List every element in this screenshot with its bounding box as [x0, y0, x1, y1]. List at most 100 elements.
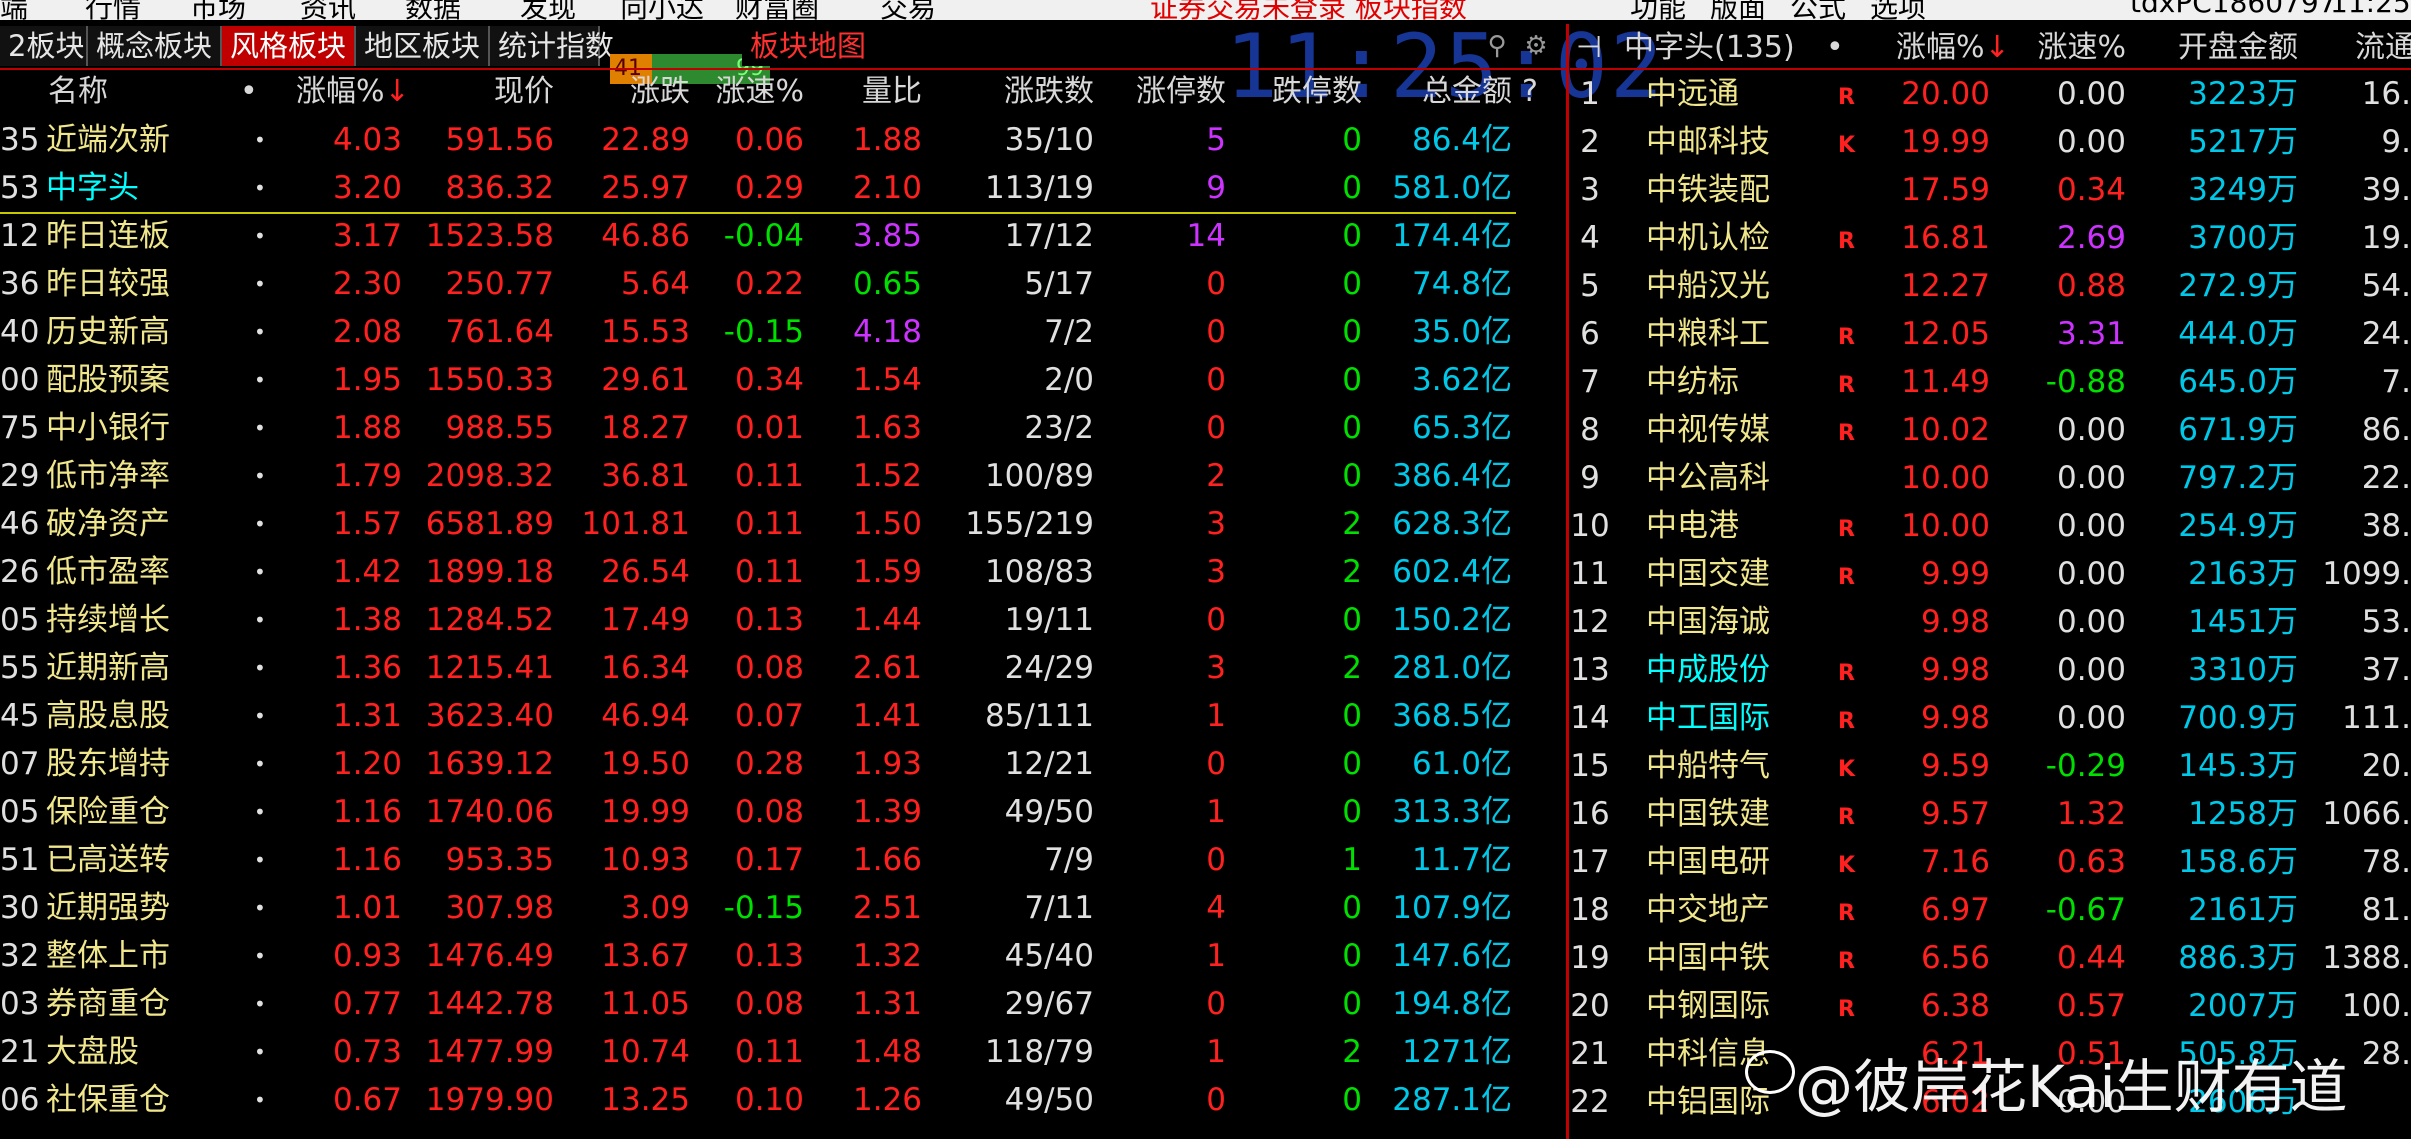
stock-open-amount: 645.0万 [2178, 364, 2298, 400]
stock-row[interactable]: 10 中电港 R 10.00 0.00 254.9万 38. [1570, 502, 2411, 550]
stock-row[interactable]: 14 中工国际 R 9.98 0.00 700.9万 111. [1570, 694, 2411, 742]
col-change[interactable]: 涨跌 [560, 70, 690, 114]
col-volume-ratio[interactable]: 量比 [810, 70, 922, 114]
tab-stats-index[interactable]: 统计指数 [490, 26, 614, 66]
stock-row[interactable]: 18 中交地产 R 6.97 -0.67 2161万 81. [1570, 886, 2411, 934]
row-up-down: 19/11 [1004, 602, 1094, 638]
col-limit-down[interactable]: 跌停数 [1236, 70, 1362, 114]
row-limit-up: 3 [1206, 650, 1226, 686]
row-limit-up: 3 [1206, 554, 1226, 590]
col-price[interactable]: 现价 [430, 70, 554, 114]
menu-right-2[interactable]: 公式 [1790, 0, 1846, 20]
stock-row[interactable]: 13 中成股份 R 9.98 0.00 3310万 37. [1570, 646, 2411, 694]
table-row[interactable]: 26 低市盈率 • 1.42 1899.18 26.54 0.11 1.59 108/83 3 2 6… [0, 548, 1566, 596]
menu-item-6[interactable]: 向小达 [620, 0, 704, 20]
table-row[interactable]: 51 已高送转 • 1.16 953.35 10.93 0.17 1.66 7/9 0 1 11.7亿 [0, 836, 1566, 884]
stock-row[interactable]: 1 中远通 R 20.00 0.00 3223万 16. [1570, 70, 2411, 118]
stock-row[interactable]: 15 中船特气 K 9.59 -0.29 145.3万 20. [1570, 742, 2411, 790]
tab-region[interactable]: 地区板块 [356, 26, 490, 66]
table-row[interactable]: 46 破净资产 • 1.57 6581.89 101.81 0.11 1.50 155/219 3… [0, 500, 1566, 548]
right-col-open-amount[interactable]: 开盘金额 [2140, 26, 2298, 70]
right-col-speed[interactable]: 涨速% [2010, 26, 2126, 70]
col-total-amount[interactable]: 总金额 [1370, 70, 1512, 114]
weibo-logo-icon [1745, 1050, 1795, 1094]
stock-speed: -0.67 [2045, 892, 2126, 928]
table-row[interactable]: 32 整体上市 • 0.93 1476.49 13.67 0.13 1.32 45/40 1 0 14… [0, 932, 1566, 980]
menu-item-1[interactable]: 行情 [85, 0, 141, 20]
stock-row[interactable]: 2 中邮科技 K 19.99 0.00 5217万 9. [1570, 118, 2411, 166]
table-row[interactable]: 29 低市净率 • 1.79 2098.32 36.81 0.11 1.52 100/89 2 0 3… [0, 452, 1566, 500]
stock-row[interactable]: 8 中视传媒 R 10.02 0.00 671.9万 86. [1570, 406, 2411, 454]
col-limit-up[interactable]: 涨停数 [1100, 70, 1226, 114]
table-row[interactable]: 00 配股预案 • 1.95 1550.33 29.61 0.34 1.54 2/0 0 0 3.62… [0, 356, 1566, 404]
stock-tag: R [1838, 901, 1855, 926]
table-row[interactable]: 21 大盘股 • 0.73 1477.99 10.74 0.11 1.48 118/79 1 2 12… [0, 1028, 1566, 1076]
menu-item-4[interactable]: 数据 [405, 0, 461, 20]
selected-row-underline [0, 212, 1516, 214]
row-up-down: 2/0 [1044, 362, 1094, 398]
col-change-pct[interactable]: 涨幅%↓ [296, 70, 410, 114]
menu-right-1[interactable]: 版面 [1710, 0, 1766, 20]
row-up-down: 155/219 [965, 506, 1094, 542]
stock-row[interactable]: 4 中机认检 R 16.81 2.69 3700万 19. [1570, 214, 2411, 262]
row-dot: • [254, 608, 266, 632]
table-row[interactable]: 75 中小银行 • 1.88 988.55 18.27 0.01 1.63 23/2 0 0 65.3… [0, 404, 1566, 452]
stock-name: 中国铁建 [1646, 796, 1770, 832]
table-row[interactable]: 03 券商重仓 • 0.77 1442.78 11.05 0.08 1.31 29/67 0 0 19… [0, 980, 1566, 1028]
stock-row[interactable]: 9 中公高科 10.00 0.00 797.2万 22. [1570, 454, 2411, 502]
stock-row[interactable]: 19 中国中铁 R 6.56 0.44 886.3万 1388. [1570, 934, 2411, 982]
stock-row[interactable]: 20 中钢国际 R 6.38 0.57 2007万 100. [1570, 982, 2411, 1030]
row-limit-up: 1 [1206, 794, 1226, 830]
stock-row[interactable]: 12 中国海诚 9.98 0.00 1451万 53. [1570, 598, 2411, 646]
tab-style[interactable]: 风格板块 [222, 26, 356, 66]
table-row[interactable]: 53 中字头 • 3.20 836.32 25.97 0.29 2.10 113/19 9 0 581… [0, 164, 1566, 212]
stock-row[interactable]: 3 中铁装配 17.59 0.34 3249万 39. [1570, 166, 2411, 214]
search-icon[interactable]: ⚲ [1483, 32, 1511, 60]
stock-row[interactable]: 16 中国铁建 R 9.57 1.32 1258万 1066. [1570, 790, 2411, 838]
right-col-float[interactable]: 流通 [2355, 26, 2411, 70]
table-row[interactable]: 05 保险重仓 • 1.16 1740.06 19.99 0.08 1.39 49/50 1 0 31… [0, 788, 1566, 836]
table-row[interactable]: 07 股东增持 • 1.20 1639.12 19.50 0.28 1.93 12/21 0 0 61… [0, 740, 1566, 788]
row-code: 75 [0, 410, 40, 446]
col-name[interactable]: 名称 [48, 70, 108, 114]
gear-icon[interactable]: ⚙ [1522, 32, 1550, 60]
stock-row[interactable]: 5 中船汉光 12.27 0.88 272.9万 54. [1570, 262, 2411, 310]
tab-sector-map[interactable]: 板块地图 [742, 26, 882, 66]
menu-item-7[interactable]: 财富圈 [735, 0, 819, 20]
pin-icon[interactable]: ⊣ [1576, 26, 1602, 70]
menu-item-8[interactable]: 交易 [880, 0, 936, 20]
right-col-change-pct[interactable]: 涨幅%↓ [1896, 26, 2010, 70]
row-limit-up: 14 [1186, 218, 1226, 254]
row-up-down: 23/2 [1024, 410, 1094, 446]
col-speed[interactable]: 涨速% [690, 70, 804, 114]
col-up-down[interactable]: 涨跌数 [930, 70, 1094, 114]
tab-sector[interactable]: 2板块 [0, 26, 88, 66]
table-row[interactable]: 30 近期强势 • 1.01 307.98 3.09 -0.15 2.51 7/11 4 0 107.… [0, 884, 1566, 932]
table-row[interactable]: 05 持续增长 • 1.38 1284.52 17.49 0.13 1.44 19/11 0 0 15… [0, 596, 1566, 644]
tab-concept[interactable]: 概念板块 [88, 26, 222, 66]
table-row[interactable]: 12 昨日连板 • 3.17 1523.58 46.86 -0.04 3.85 17/12 14 0… [0, 212, 1566, 260]
menu-item-0[interactable]: 端 [0, 0, 28, 20]
row-change-pct: 1.79 [332, 458, 402, 494]
menu-right-3[interactable]: 选项 [1870, 0, 1926, 20]
menu-item-5[interactable]: 发现 [520, 0, 576, 20]
table-row[interactable]: 06 社保重仓 • 0.67 1979.90 13.25 0.10 1.26 49/50 0 0 28… [0, 1076, 1566, 1124]
stock-row[interactable]: 11 中国交建 R 9.99 0.00 2163万 1099. [1570, 550, 2411, 598]
menu-item-2[interactable]: 市场 [190, 0, 246, 20]
stock-row[interactable]: 6 中粮科工 R 12.05 3.31 444.0万 24. [1570, 310, 2411, 358]
row-code: 05 [0, 602, 40, 638]
table-row[interactable]: 55 近期新高 • 1.36 1215.41 16.34 0.08 2.61 24/29 3 2 28… [0, 644, 1566, 692]
table-row[interactable]: 45 高股息股 • 1.31 3623.40 46.94 0.07 1.41 85/111 1 0 3… [0, 692, 1566, 740]
row-price: 761.64 [445, 314, 554, 350]
menu-item-3[interactable]: 资讯 [300, 0, 356, 20]
row-change: 5.64 [620, 266, 690, 302]
table-row[interactable]: 36 昨日较强 • 2.30 250.77 5.64 0.22 0.65 5/17 0 0 74.8亿 [0, 260, 1566, 308]
row-limit-down: 0 [1342, 890, 1362, 926]
stock-name: 中电港 [1646, 508, 1739, 544]
table-row[interactable]: 35 近端次新 • 4.03 591.56 22.89 0.06 1.88 35/10 5 0 86.… [0, 116, 1566, 164]
stock-row[interactable]: 17 中国电研 K 7.16 0.63 158.6万 78. [1570, 838, 2411, 886]
table-row[interactable]: 40 历史新高 • 2.08 761.64 15.53 -0.15 4.18 7/2 0 0 35.0… [0, 308, 1566, 356]
stock-row[interactable]: 7 中纺标 R 11.49 -0.88 645.0万 7. [1570, 358, 2411, 406]
help-icon[interactable]: ? [1522, 70, 1538, 114]
row-limit-up: 0 [1206, 746, 1226, 782]
